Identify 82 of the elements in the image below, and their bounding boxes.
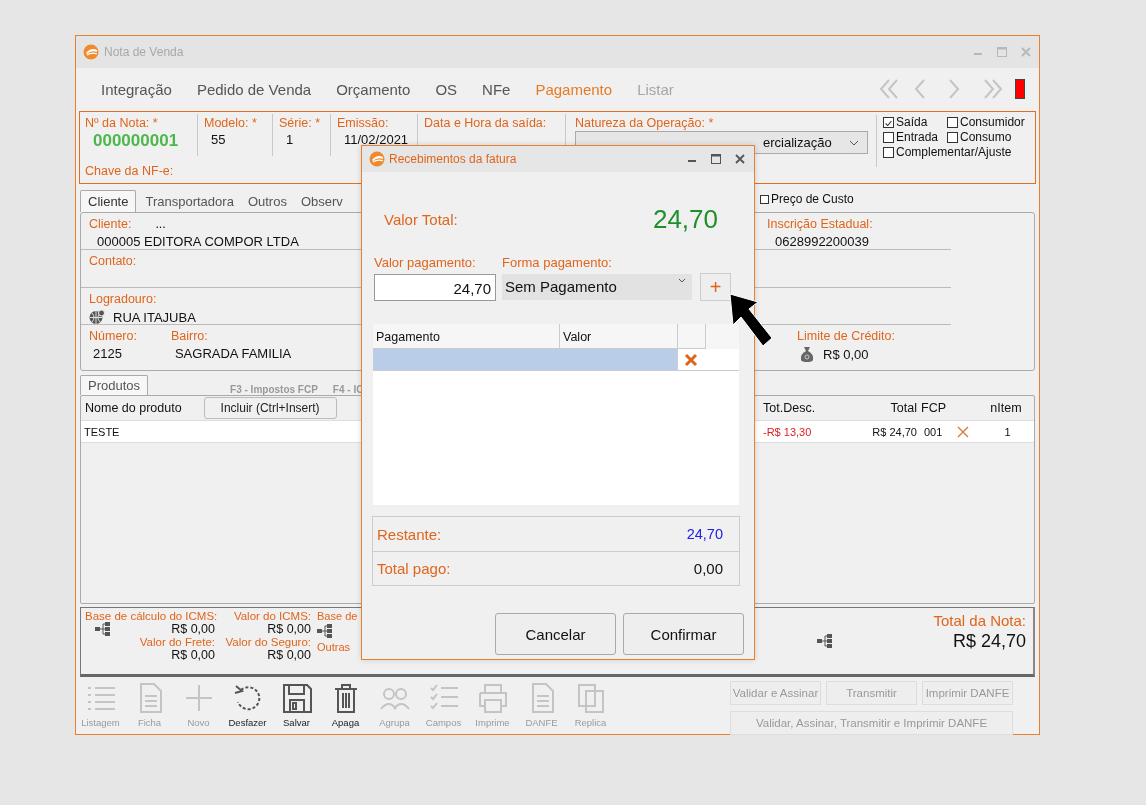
total-value: 24,70 bbox=[652, 204, 718, 235]
field-label: Logradouro: bbox=[89, 292, 157, 306]
field-value: R$ 0,00 bbox=[267, 622, 311, 636]
checkbox[interactable]: Saída bbox=[883, 115, 939, 129]
tab[interactable]: Observ bbox=[293, 191, 350, 212]
field-label: Base de bbox=[317, 610, 358, 622]
field-label: Modelo: * bbox=[204, 116, 257, 130]
field-label: Data e Hora da saída: bbox=[424, 116, 547, 130]
field-value: 0628992200039 bbox=[774, 233, 870, 249]
field-value: 55 bbox=[210, 131, 227, 147]
add-product-button[interactable]: Incluir (Ctrl+Insert) bbox=[203, 397, 337, 419]
field-value: R$ 0,00 bbox=[823, 346, 869, 362]
tab[interactable]: Produtos bbox=[80, 375, 149, 395]
field-value: 24,70 bbox=[686, 526, 723, 542]
field-value: R$ 0,00 bbox=[267, 648, 311, 662]
dialog-button[interactable]: Cancelar bbox=[495, 613, 616, 655]
checkbox[interactable]: Preço de Custo bbox=[760, 192, 854, 206]
field-label: Base de cálculo do ICMS: bbox=[85, 610, 218, 622]
field-label: Outras bbox=[317, 641, 350, 653]
column-header: Nome do produto bbox=[85, 401, 182, 415]
field-value: RUA ITAJUBA bbox=[113, 309, 196, 325]
field-value: 1 bbox=[285, 131, 295, 147]
window-title: Nota de Venda bbox=[104, 45, 185, 59]
field-label: Emissão: bbox=[337, 116, 389, 130]
field-label: Total pago: bbox=[377, 560, 451, 577]
nav-tab[interactable]: Pedido de Venda bbox=[196, 80, 312, 98]
column-header: FCP bbox=[921, 401, 947, 415]
field-value: 000005 EDITORA COMPOR LTDA bbox=[96, 233, 300, 249]
amount-field[interactable]: 24,70 bbox=[374, 273, 496, 301]
dialog-button[interactable]: Confirmar bbox=[623, 613, 744, 655]
ellipsis-button[interactable]: ... bbox=[155, 217, 166, 231]
field-label: Restante: bbox=[377, 525, 442, 543]
field-label: Valor do ICMS: bbox=[233, 610, 311, 622]
table-cell-text: 001 bbox=[923, 425, 944, 438]
field-label: Forma pagamento: bbox=[502, 255, 612, 270]
shortcut-hint: F3 - Impostos FCP bbox=[230, 384, 318, 395]
toolbar-button[interactable]: Apaga bbox=[321, 680, 370, 735]
nav-tab[interactable]: NFe bbox=[482, 80, 511, 98]
column-header: Tot.Desc. bbox=[762, 401, 817, 415]
field-value: R$ 0,00 bbox=[171, 648, 216, 662]
dialog-title: Recebimentos da fatura bbox=[389, 152, 518, 166]
field-label: Natureza da Operação: * bbox=[575, 116, 714, 130]
note-number: 000000001 bbox=[92, 130, 180, 151]
field-label: Valor Total: bbox=[384, 211, 458, 228]
table-cell-text: TESTE bbox=[83, 425, 121, 438]
field-label: Inscrição Estadual: bbox=[767, 217, 873, 231]
field-value: SAGRADA FAMILIA bbox=[173, 345, 292, 361]
field-label: Valor pagamento: bbox=[374, 255, 477, 270]
column-header: nItem bbox=[989, 401, 1023, 415]
field-label: Bairro: bbox=[170, 329, 208, 343]
field-label: Nº da Nota: * bbox=[85, 116, 158, 130]
checkbox[interactable]: Entrada bbox=[883, 130, 939, 144]
field-label: Contato: bbox=[89, 254, 137, 268]
table-cell-text: R$ 24,70 bbox=[871, 425, 918, 438]
tab[interactable]: Cliente bbox=[80, 190, 137, 212]
tab[interactable]: Outros bbox=[240, 191, 294, 212]
table-cell-text: -R$ 13,30 bbox=[762, 425, 813, 438]
field-label: Limite de Crédito: bbox=[797, 329, 895, 343]
field-label: Chave da NF-e: bbox=[85, 164, 174, 178]
column-header: Total bbox=[889, 401, 918, 415]
payment-method-dropdown[interactable]: Sem Pagamento bbox=[502, 274, 692, 300]
field-value: 0,00 bbox=[693, 560, 723, 577]
nav-tab[interactable]: Integração bbox=[101, 80, 172, 98]
field-label: Total da Nota: bbox=[933, 612, 1026, 629]
nav-tab[interactable]: OS bbox=[435, 80, 458, 98]
field-label: Valor do Seguro: bbox=[225, 636, 311, 648]
checkbox[interactable]: Complementar/Ajuste bbox=[883, 145, 1025, 159]
checkbox[interactable]: Consumidor bbox=[947, 115, 1025, 129]
field-label: Cliente: bbox=[89, 217, 132, 231]
toolbar-button[interactable]: Salvar bbox=[272, 680, 321, 735]
checkbox[interactable]: Consumo bbox=[947, 130, 1025, 144]
field-value: 2125 bbox=[92, 345, 123, 361]
tab[interactable]: Transportadora bbox=[138, 191, 241, 212]
toolbar-button[interactable]: Desfazer bbox=[223, 680, 272, 735]
total-value: R$ 24,70 bbox=[952, 630, 1026, 652]
field-label: Número: bbox=[89, 329, 137, 343]
field-label: Valor do Frete: bbox=[139, 636, 216, 648]
field-value: R$ 0,00 bbox=[171, 622, 215, 636]
field-value: 11/02/2021 bbox=[343, 131, 410, 147]
field-label: Série: * bbox=[279, 116, 320, 130]
nav-tab[interactable]: Orçamento bbox=[336, 80, 411, 98]
table-cell-text: 1 bbox=[1003, 425, 1012, 438]
